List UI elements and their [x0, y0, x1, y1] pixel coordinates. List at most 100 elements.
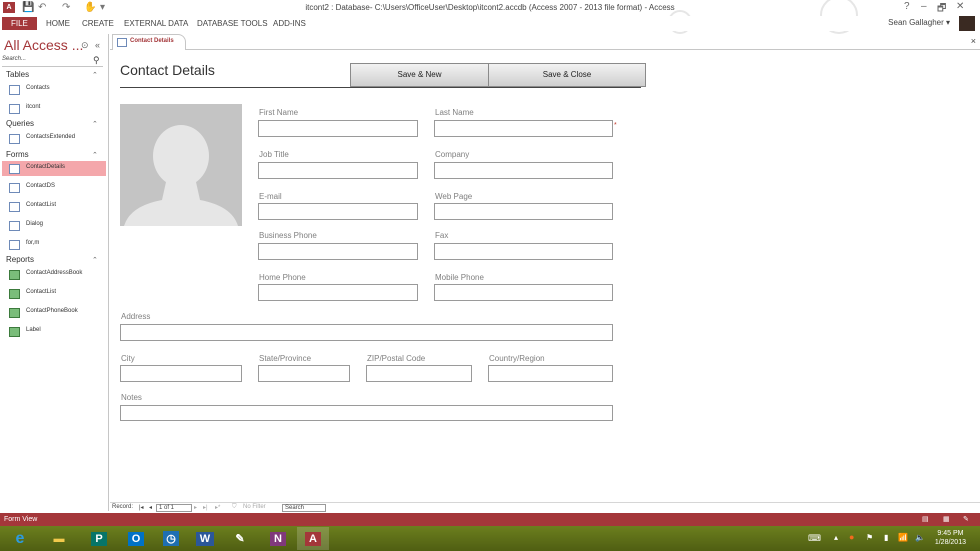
nav-item-contactdetails[interactable]: ContactDetails [2, 161, 106, 176]
navigation-pane: All Access ... ⊙ « Search... ⚲ Tables ⌃ … [0, 34, 109, 511]
tab-database-tools[interactable]: DATABASE TOOLS [197, 17, 268, 30]
nav-item-contactlist-report[interactable]: ContactList [2, 286, 106, 301]
clock[interactable]: 9:45 PM 1/28/2013 [935, 529, 966, 547]
outlook-icon[interactable]: O [120, 527, 152, 550]
network-icon[interactable]: 📶 [898, 533, 908, 542]
first-record-button[interactable]: |◂ [139, 504, 144, 511]
close-document-button[interactable]: × [971, 36, 976, 46]
word-icon[interactable]: W [189, 527, 221, 550]
state-field[interactable] [258, 365, 350, 382]
document-tabs: Contact Details × [110, 34, 980, 50]
update-icon[interactable]: ● [849, 532, 854, 542]
mobile-phone-field[interactable] [434, 284, 613, 301]
company-field[interactable] [434, 162, 613, 179]
nav-group-tables[interactable]: Tables [6, 70, 29, 79]
nav-search-input[interactable]: Search... [2, 56, 103, 67]
first-name-field[interactable] [258, 120, 418, 137]
nav-item-contactphonebook[interactable]: ContactPhoneBook [2, 305, 106, 320]
publisher-icon[interactable]: P [83, 527, 115, 550]
help-icon[interactable]: ? [904, 1, 910, 12]
datasheet-view-icon[interactable]: ▦ [943, 515, 950, 523]
last-name-field[interactable] [434, 120, 613, 137]
fax-field[interactable] [434, 243, 613, 260]
form-icon [117, 38, 127, 47]
access-icon[interactable]: A [297, 527, 329, 550]
ie-icon[interactable]: e [4, 527, 36, 550]
next-record-button[interactable]: ▸ [194, 504, 197, 511]
design-view-icon[interactable]: ✎ [963, 515, 969, 523]
volume-icon[interactable]: 🔈 [915, 533, 925, 542]
last-record-button[interactable]: ▸| [203, 504, 208, 511]
nav-menu-icon[interactable]: ⊙ [81, 40, 89, 51]
nav-group-forms[interactable]: Forms [6, 150, 29, 159]
collapse-icon[interactable]: ⌃ [92, 71, 98, 79]
city-label: City [121, 354, 135, 363]
contact-photo[interactable] [120, 104, 242, 226]
nav-group-reports[interactable]: Reports [6, 255, 34, 264]
nav-item-contactds[interactable]: ContactDS [2, 180, 106, 195]
onenote-icon[interactable]: N [262, 527, 294, 550]
nav-group-queries[interactable]: Queries [6, 119, 34, 128]
zip-field[interactable] [366, 365, 472, 382]
battery-icon[interactable]: ▮ [884, 533, 888, 542]
email-field[interactable] [258, 203, 418, 220]
report-icon [9, 270, 20, 280]
keyboard-icon[interactable]: ⌨ [808, 533, 821, 544]
nav-item-contactaddressbook[interactable]: ContactAddressBook [2, 267, 106, 282]
tab-contact-details[interactable]: Contact Details [112, 34, 186, 50]
city-field[interactable] [120, 365, 242, 382]
search-field[interactable]: Search [282, 504, 326, 512]
nav-item-form[interactable]: for,m [2, 237, 106, 252]
lync-icon[interactable]: ◷ [155, 527, 187, 550]
form-icon [9, 202, 20, 212]
web-page-field[interactable] [434, 203, 613, 220]
close-window-button[interactable]: ✕ [956, 1, 964, 12]
nav-item-contactsextended[interactable]: ContactsExtended [2, 131, 106, 146]
shutter-bar-icon[interactable]: « [95, 40, 100, 50]
form-view-icon[interactable]: ▤ [922, 515, 929, 523]
save-close-button[interactable]: Save & Close [488, 63, 646, 87]
home-phone-field[interactable] [258, 284, 418, 301]
nav-item-contacts[interactable]: Contacts [2, 82, 106, 97]
tab-external-data[interactable]: EXTERNAL DATA [124, 17, 188, 30]
address-field[interactable] [120, 324, 613, 341]
nav-item-dialog[interactable]: Dialog [2, 218, 106, 233]
current-record-field[interactable]: 1 of 1 [156, 504, 192, 512]
tray-expand-icon[interactable]: ▴ [834, 533, 838, 542]
collapse-icon[interactable]: ⌃ [92, 151, 98, 159]
ribbon-tabs: FILE HOME CREATE EXTERNAL DATA DATABASE … [0, 16, 980, 31]
avatar[interactable] [959, 16, 975, 31]
country-field[interactable] [488, 365, 613, 382]
record-label: Record: [112, 504, 134, 510]
collapse-icon[interactable]: ⌃ [92, 120, 98, 128]
save-new-button[interactable]: Save & New [350, 63, 489, 87]
job-title-field[interactable] [258, 162, 418, 179]
tab-file[interactable]: FILE [2, 17, 37, 30]
table-icon [9, 85, 20, 95]
report-icon [9, 327, 20, 337]
flag-icon[interactable]: ⚑ [866, 533, 873, 542]
collapse-icon[interactable]: ⌃ [92, 256, 98, 264]
zip-label: ZIP/Postal Code [367, 354, 426, 363]
report-icon [9, 308, 20, 318]
search-icon[interactable]: ⚲ [93, 55, 100, 66]
paint-icon[interactable]: ✎ [224, 527, 256, 550]
tab-add-ins[interactable]: ADD-INS [273, 17, 306, 30]
explorer-icon[interactable]: ▬ [43, 527, 75, 550]
previous-record-button[interactable]: ◂ [149, 504, 152, 511]
notes-field[interactable] [120, 405, 613, 421]
address-label: Address [121, 312, 151, 321]
notes-label: Notes [121, 393, 142, 402]
nav-title[interactable]: All Access ... [4, 37, 83, 53]
tab-home[interactable]: HOME [46, 17, 70, 30]
taskbar: e ▬ P O ◷ W ✎ N A ⌨ ▴ ● ⚑ ▮ 📶 🔈 9:45 PM … [0, 526, 980, 551]
new-record-button[interactable]: ▸* [215, 504, 220, 511]
nav-item-itcont[interactable]: itcont [2, 101, 106, 116]
business-phone-field[interactable] [258, 243, 418, 260]
tab-create[interactable]: CREATE [82, 17, 114, 30]
user-account[interactable]: Sean Gallagher ▾ [888, 18, 950, 27]
minimize-button[interactable]: – [921, 1, 927, 12]
nav-item-label[interactable]: Label [2, 324, 106, 339]
nav-item-contactlist[interactable]: ContactList [2, 199, 106, 214]
filter-status[interactable]: No Filter [243, 504, 266, 510]
